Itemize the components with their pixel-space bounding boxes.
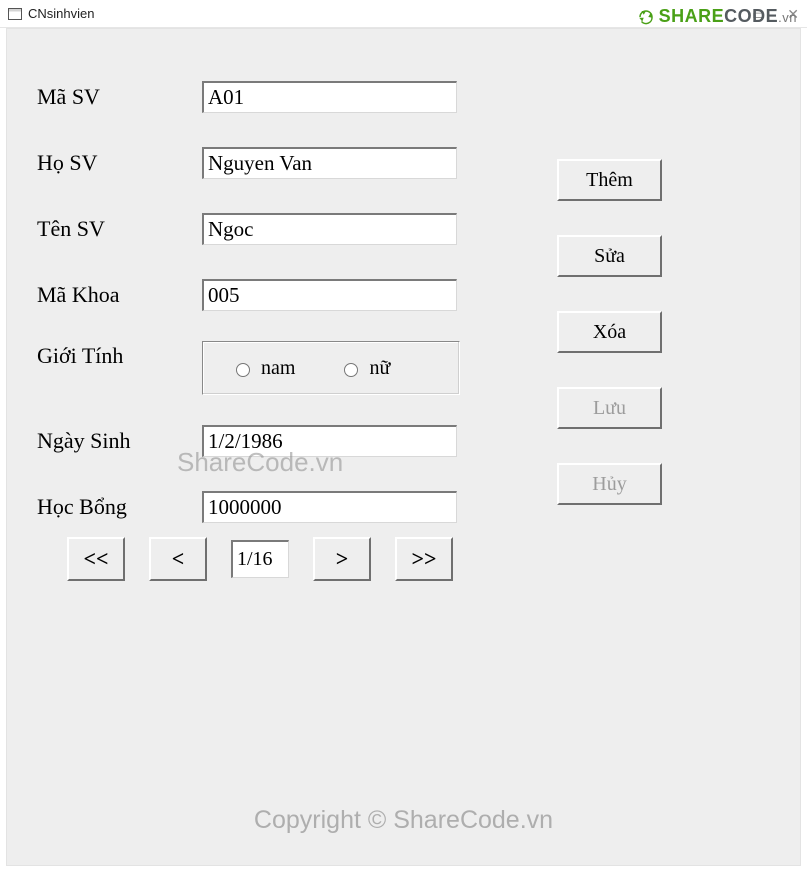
label-masv: Mã SV [37,84,202,110]
page-indicator: 1/16 [231,540,289,578]
input-tensv[interactable] [202,213,457,245]
radio-nu-text: nữ [369,357,390,380]
student-form: Mã SV Họ SV Tên SV Mã Khoa Giới Tính [37,79,537,555]
input-makhoa[interactable] [202,279,457,311]
label-hocbong: Học Bổng [37,494,202,520]
action-buttons: Thêm Sửa Xóa Lưu Hủy [557,159,662,505]
window-title: CNsinhvien [28,6,94,21]
input-masv[interactable] [202,81,457,113]
radio-nam-label[interactable]: nam [231,357,295,380]
last-button[interactable]: >> [395,537,453,581]
form-icon [8,8,22,20]
xoa-button[interactable]: Xóa [557,311,662,353]
close-icon[interactable]: ✕ [787,7,799,21]
label-gioitinh: Giới Tính [37,343,202,369]
first-button[interactable]: << [67,537,125,581]
app-window: CNsinhvien ▭ ✕ SHARECODE.vn [0,0,807,872]
restore-icon[interactable]: ▭ [752,7,765,21]
gender-frame: nam nữ [202,341,460,395]
label-tensv: Tên SV [37,216,202,242]
titlebar: CNsinhvien ▭ ✕ SHARECODE.vn [0,0,807,28]
prev-button[interactable]: < [149,537,207,581]
them-button[interactable]: Thêm [557,159,662,201]
radio-nam-text: nam [261,357,295,380]
sua-button[interactable]: Sửa [557,235,662,277]
radio-nu[interactable] [344,363,358,377]
huy-button[interactable]: Hủy [557,463,662,505]
copyright-text: Copyright © ShareCode.vn [7,806,800,835]
label-hosv: Họ SV [37,150,202,176]
window-controls: ▭ ✕ [752,7,799,21]
label-makhoa: Mã Khoa [37,282,202,308]
input-hocbong[interactable] [202,491,457,523]
label-ngaysinh: Ngày Sinh [37,428,202,454]
record-navigator: << < 1/16 > >> [67,537,453,581]
input-ngaysinh[interactable] [202,425,457,457]
radio-nu-label[interactable]: nữ [339,357,390,380]
input-hosv[interactable] [202,147,457,179]
client-area: Mã SV Họ SV Tên SV Mã Khoa Giới Tính [6,28,801,866]
next-button[interactable]: > [313,537,371,581]
radio-nam[interactable] [236,363,250,377]
recycle-icon [637,8,655,26]
luu-button[interactable]: Lưu [557,387,662,429]
logo-share: SHARE [659,6,725,26]
